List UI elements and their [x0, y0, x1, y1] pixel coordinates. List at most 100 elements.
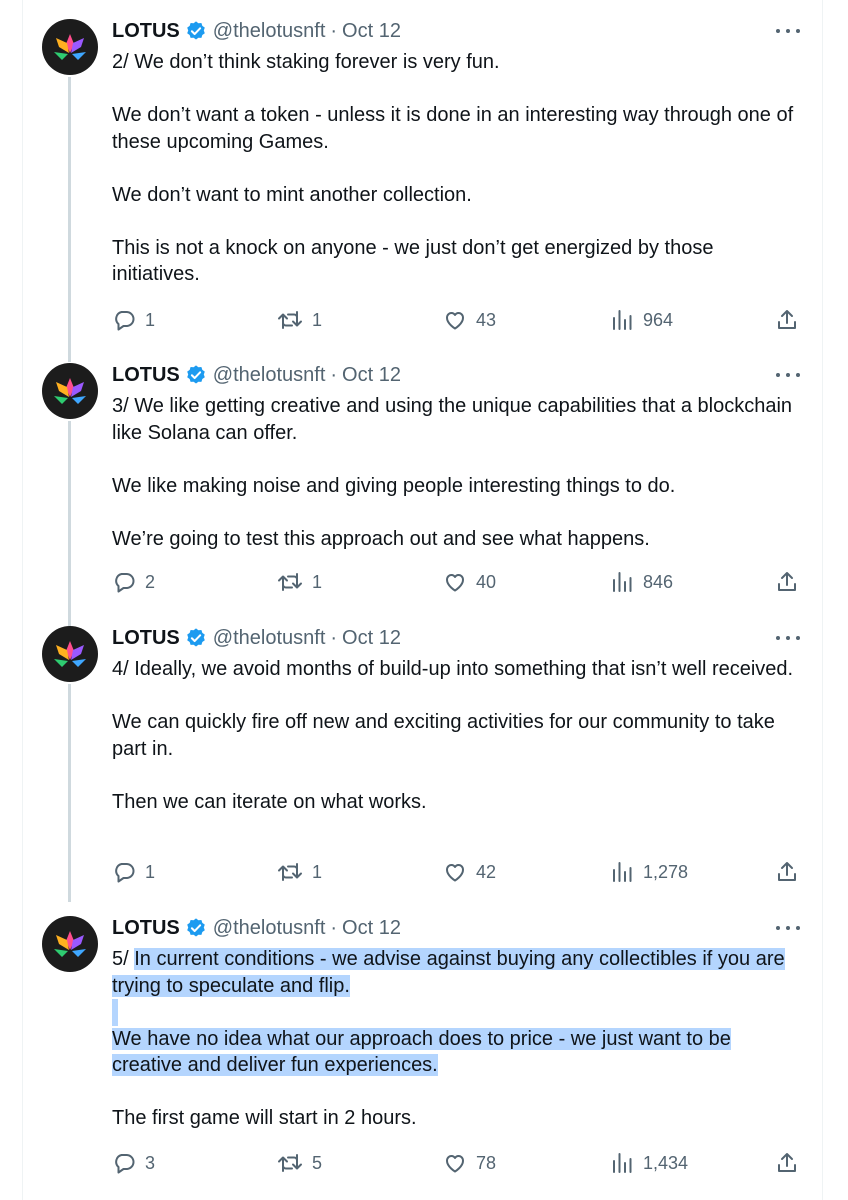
tweet-date[interactable]: Oct 12: [342, 627, 401, 650]
retweet-icon: [278, 311, 302, 329]
tweet-paragraph: We like making noise and giving people i…: [112, 474, 676, 497]
like-count: 78: [476, 1152, 497, 1173]
retweet-icon: [278, 1154, 302, 1172]
verified-badge-icon: [185, 917, 207, 939]
avatar[interactable]: [42, 916, 98, 972]
like-button[interactable]: 78: [443, 1149, 496, 1177]
more-icon[interactable]: [776, 920, 800, 936]
tweet-header: LOTUS @thelotusnft · Oct 12: [112, 914, 401, 942]
views-count: 1,434: [643, 1152, 689, 1173]
selection-gap: [112, 999, 118, 1026]
views-button[interactable]: 1,278: [610, 858, 688, 886]
views-button[interactable]: 846: [610, 568, 673, 596]
share-button[interactable]: [775, 1149, 799, 1177]
share-icon: [778, 1153, 796, 1172]
share-icon: [778, 862, 796, 881]
retweet-count: 1: [312, 309, 323, 330]
like-count: 43: [476, 309, 497, 330]
tweet-paragraph: 2/ We don’t think staking forever is ver…: [112, 51, 500, 73]
author-handle[interactable]: @thelotusnft: [213, 364, 326, 387]
tweet-actions: 1 1 43 964: [112, 306, 802, 334]
retweet-button[interactable]: 1: [277, 306, 322, 334]
avatar[interactable]: [42, 363, 98, 419]
like-icon: [446, 574, 464, 592]
reply-button[interactable]: 1: [112, 306, 155, 334]
tweet-actions: 1 1 42 1,278: [112, 858, 802, 886]
views-icon: [613, 572, 632, 592]
tweet-actions: 3 5 78 1,434: [112, 1149, 802, 1177]
author-name[interactable]: LOTUS: [112, 20, 180, 43]
lotus-logo-icon: [54, 641, 86, 667]
highlighted-text: In current conditions - we advise agains…: [112, 948, 785, 997]
author-name[interactable]: LOTUS: [112, 917, 180, 940]
retweet-button[interactable]: 5: [277, 1149, 322, 1177]
more-icon[interactable]: [776, 630, 800, 646]
more-icon[interactable]: [776, 23, 800, 39]
verified-badge-icon: [185, 20, 207, 42]
tweet-text: 4/ Ideally, we avoid months of build-up …: [112, 656, 802, 815]
author-name[interactable]: LOTUS: [112, 627, 180, 650]
share-button[interactable]: [775, 306, 799, 334]
tweet-date[interactable]: Oct 12: [342, 20, 401, 43]
lotus-logo-icon: [54, 931, 86, 957]
thread-line: [68, 77, 71, 362]
reply-icon: [115, 1154, 135, 1174]
like-icon: [446, 312, 464, 330]
frame-border-left: [22, 0, 23, 1200]
views-count: 1,278: [643, 861, 689, 882]
reply-button[interactable]: 3: [112, 1149, 155, 1177]
views-icon: [613, 1153, 632, 1173]
retweet-count: 1: [312, 861, 323, 882]
share-button[interactable]: [775, 858, 799, 886]
separator-dot: ·: [330, 626, 338, 649]
like-icon: [446, 1155, 464, 1173]
like-button[interactable]: 40: [443, 568, 496, 596]
tweet-header: LOTUS @thelotusnft · Oct 12: [112, 624, 401, 652]
tweet-paragraph: We can quickly fire off new and exciting…: [112, 711, 775, 760]
reply-button[interactable]: 1: [112, 858, 155, 886]
share-button[interactable]: [775, 568, 799, 596]
retweet-button[interactable]: 1: [277, 568, 322, 596]
reply-count: 2: [145, 571, 156, 592]
tweet-paragraph: 4/ Ideally, we avoid months of build-up …: [112, 658, 794, 680]
tweet-header: LOTUS @thelotusnft · Oct 12: [112, 17, 401, 45]
like-button[interactable]: 42: [443, 858, 496, 886]
avatar[interactable]: [42, 626, 98, 682]
like-icon: [446, 864, 464, 882]
views-icon: [613, 310, 632, 330]
more-icon[interactable]: [776, 367, 800, 383]
tweet-prefix: 5/: [112, 948, 135, 970]
retweet-count: 1: [312, 571, 323, 592]
reply-count: 1: [145, 861, 156, 882]
retweet-button[interactable]: 1: [277, 858, 322, 886]
tweet-paragraph: This is not a knock on anyone - we just …: [112, 236, 714, 286]
tweet-date[interactable]: Oct 12: [342, 364, 401, 387]
views-button[interactable]: 1,434: [610, 1149, 688, 1177]
avatar[interactable]: [42, 19, 98, 75]
tweet-paragraph: 5/ In current conditions - we advise aga…: [112, 946, 802, 999]
like-count: 40: [476, 571, 497, 592]
tweet-text: 3/ We like getting creative and using th…: [112, 393, 802, 552]
thread-line: [68, 684, 71, 902]
author-handle[interactable]: @thelotusnft: [213, 627, 326, 650]
tweet-date[interactable]: Oct 12: [342, 917, 401, 940]
author-handle[interactable]: @thelotusnft: [213, 917, 326, 940]
reply-button[interactable]: 2: [112, 568, 155, 596]
like-count: 42: [476, 861, 497, 882]
verified-badge-icon: [185, 627, 207, 649]
author-name[interactable]: LOTUS: [112, 364, 180, 387]
tweet-paragraph: We’re going to test this approach out an…: [112, 527, 650, 550]
views-button[interactable]: 964: [610, 306, 673, 334]
views-icon: [613, 862, 632, 882]
tweet-text: 2/ We don’t think staking forever is ver…: [112, 49, 802, 288]
separator-dot: ·: [330, 916, 338, 939]
share-icon: [778, 572, 796, 591]
frame-border-right: [822, 0, 823, 1200]
reply-count: 1: [145, 309, 156, 330]
tweet-paragraph: 3/ We like getting creative and using th…: [112, 395, 793, 444]
author-handle[interactable]: @thelotusnft: [213, 20, 326, 43]
tweet-paragraph: The first game will start in 2 hours.: [112, 1107, 417, 1129]
tweet-paragraph: Then we can iterate on what works.: [112, 790, 427, 813]
like-button[interactable]: 43: [443, 306, 496, 334]
retweet-icon: [278, 863, 302, 881]
